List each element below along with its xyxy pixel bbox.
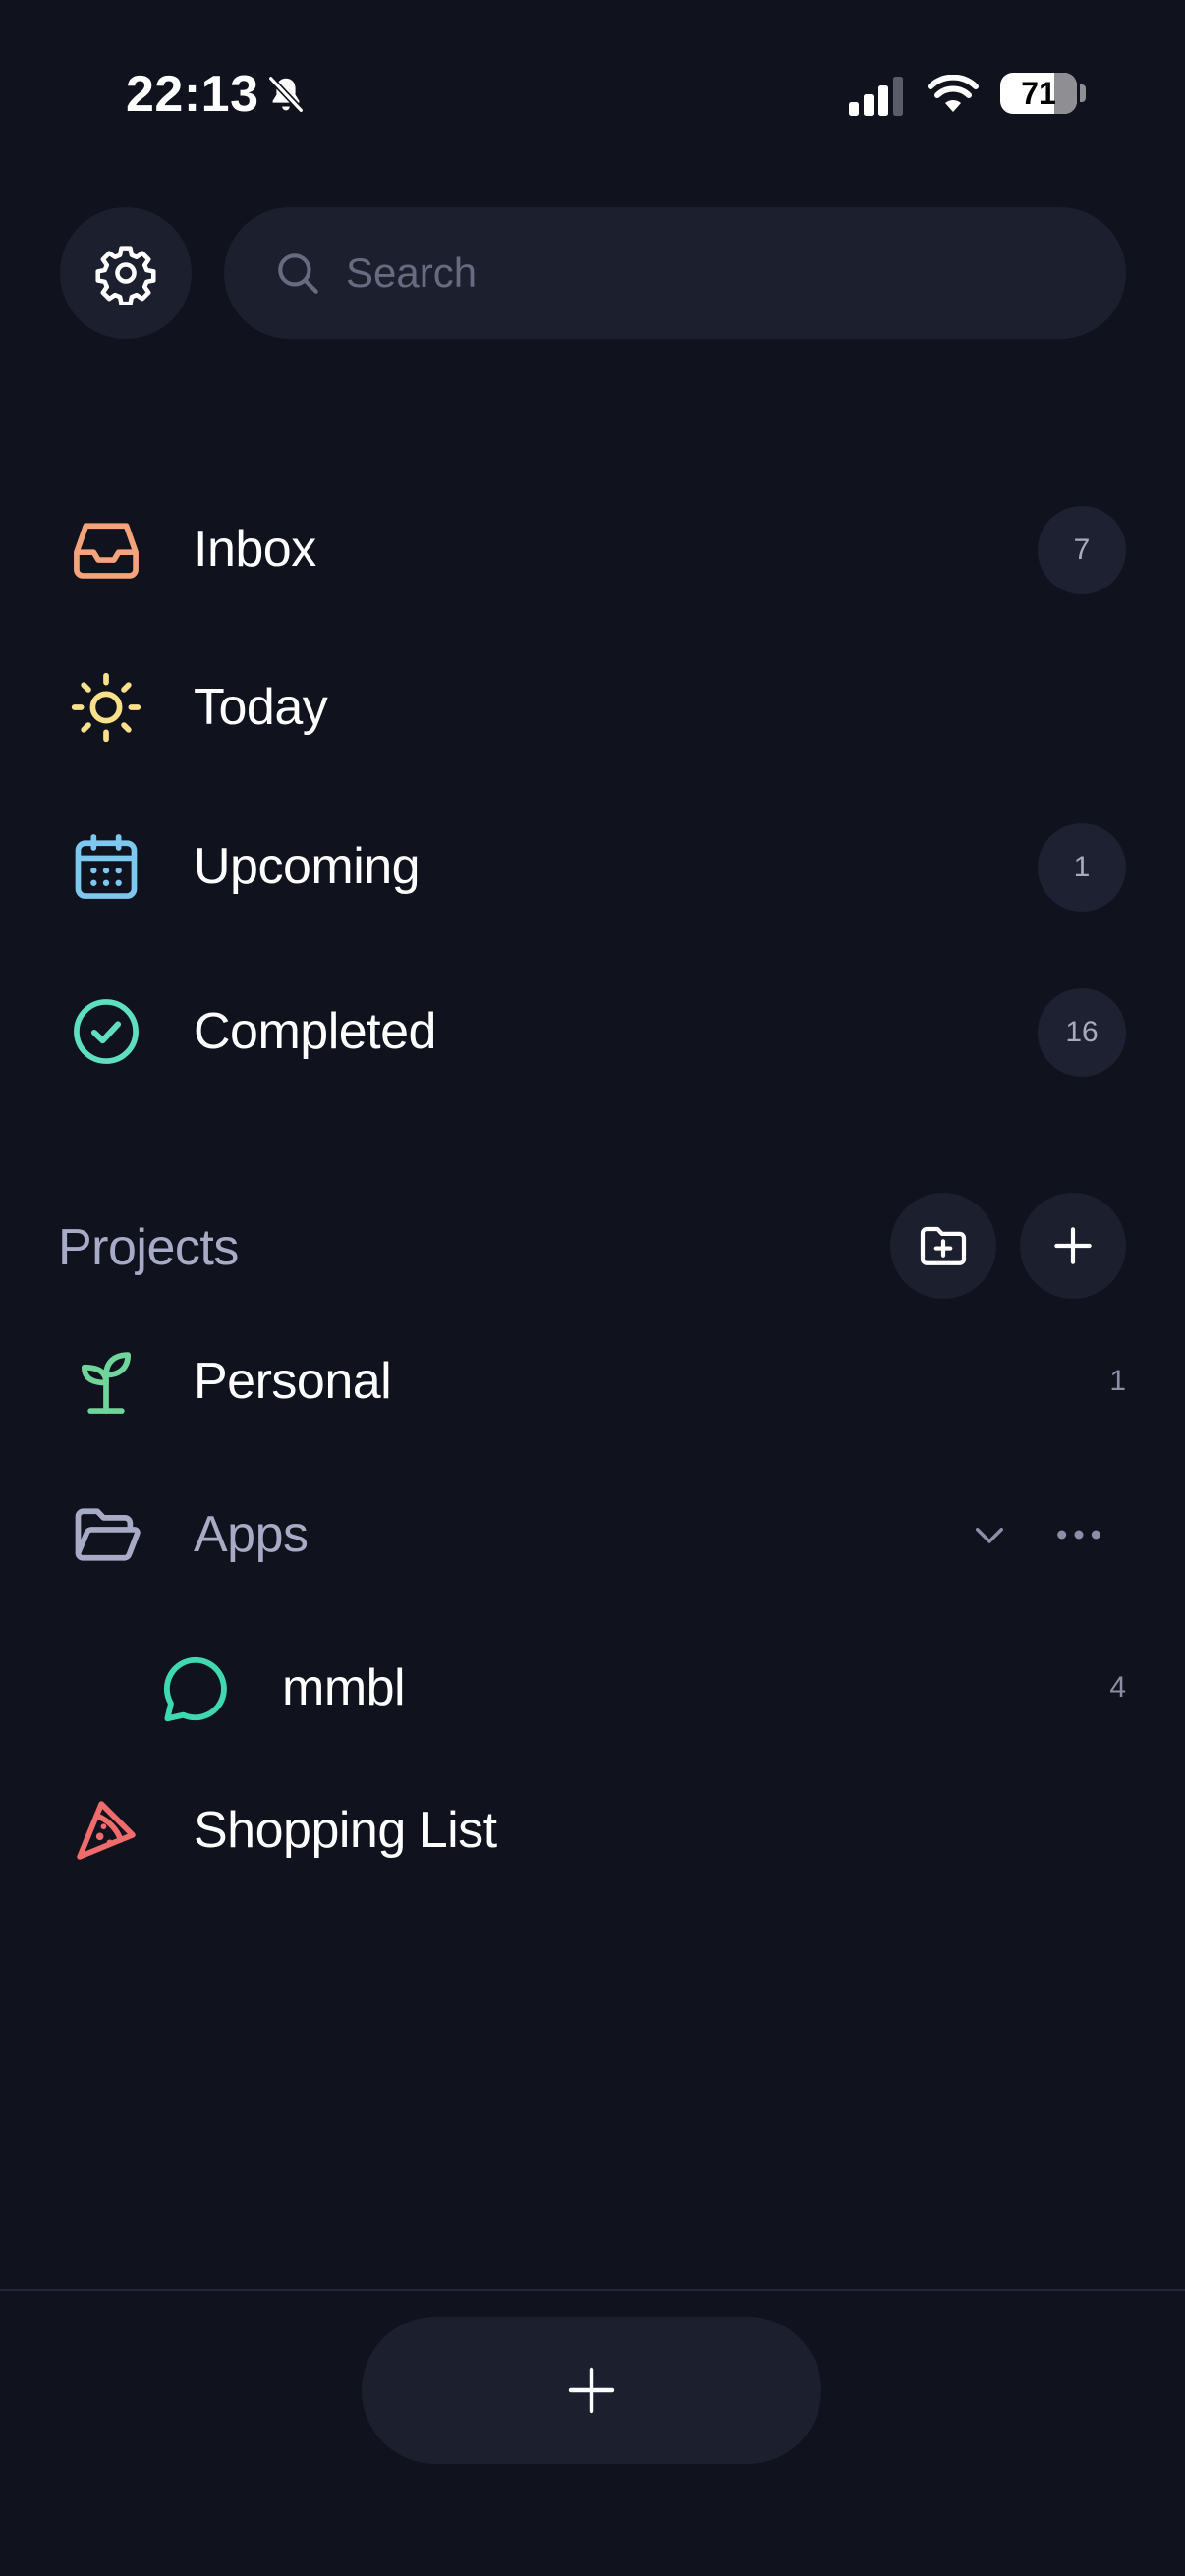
settings-button[interactable] [60, 207, 192, 339]
project-folder-apps[interactable]: Apps [0, 1471, 1185, 1598]
search-icon [278, 253, 318, 294]
add-folder-button[interactable] [890, 1193, 996, 1299]
calendar-icon [75, 834, 138, 899]
project-item-mmbl[interactable]: mmbl 4 [0, 1624, 1185, 1752]
nav-item-label: Completed [194, 1003, 436, 1060]
bell-slash-icon [268, 76, 304, 113]
search-input[interactable] [344, 249, 1036, 298]
battery-nub [1080, 84, 1086, 102]
nav-item-upcoming[interactable]: Upcoming 1 [0, 803, 1185, 930]
add-task-button[interactable] [362, 2317, 821, 2464]
nav-item-completed[interactable]: Completed 16 [0, 968, 1185, 1095]
search-bar[interactable] [224, 207, 1126, 339]
projects-heading: Projects [58, 1219, 239, 1276]
status-time: 22:13 [126, 66, 259, 123]
nav-item-inbox[interactable]: Inbox 7 [0, 485, 1185, 613]
bottom-divider [0, 2289, 1185, 2291]
project-item-personal[interactable]: Personal 1 [0, 1317, 1185, 1445]
nav-item-today[interactable]: Today [0, 644, 1185, 771]
chat-bubble-icon [164, 1656, 227, 1722]
chevron-down-icon[interactable] [969, 1514, 1010, 1555]
nav-item-label: Inbox [194, 521, 316, 578]
task-count: 1 [1109, 1365, 1126, 1397]
project-item-label: mmbl [282, 1659, 406, 1716]
folder-plus-icon [920, 1226, 967, 1265]
pizza-slice-icon [77, 1801, 136, 1860]
cellular-signal-icon [849, 77, 903, 116]
count-badge: 7 [1038, 506, 1126, 594]
project-item-shopping-list[interactable]: Shopping List [0, 1766, 1185, 1894]
more-options-icon[interactable] [1053, 1514, 1104, 1555]
plus-icon [568, 2367, 615, 2414]
battery-level: 71 [1021, 76, 1056, 111]
plus-icon [1054, 1227, 1092, 1264]
count-badge: 16 [1038, 988, 1126, 1077]
folder-open-icon [75, 1508, 141, 1561]
nav-item-label: Upcoming [194, 838, 421, 895]
sprout-icon [81, 1352, 132, 1414]
project-folder-label: Apps [194, 1506, 309, 1563]
check-circle-icon [74, 999, 139, 1064]
task-count: 4 [1109, 1671, 1126, 1704]
project-item-label: Personal [194, 1353, 392, 1410]
sun-icon [71, 672, 141, 743]
project-item-label: Shopping List [194, 1802, 497, 1859]
count-badge: 1 [1038, 823, 1126, 912]
inbox-tray-icon [74, 523, 139, 579]
nav-item-label: Today [194, 679, 328, 736]
gear-icon [95, 246, 156, 305]
add-project-button[interactable] [1020, 1193, 1126, 1299]
wifi-icon [928, 75, 979, 112]
battery-icon: 71 [1000, 73, 1077, 114]
